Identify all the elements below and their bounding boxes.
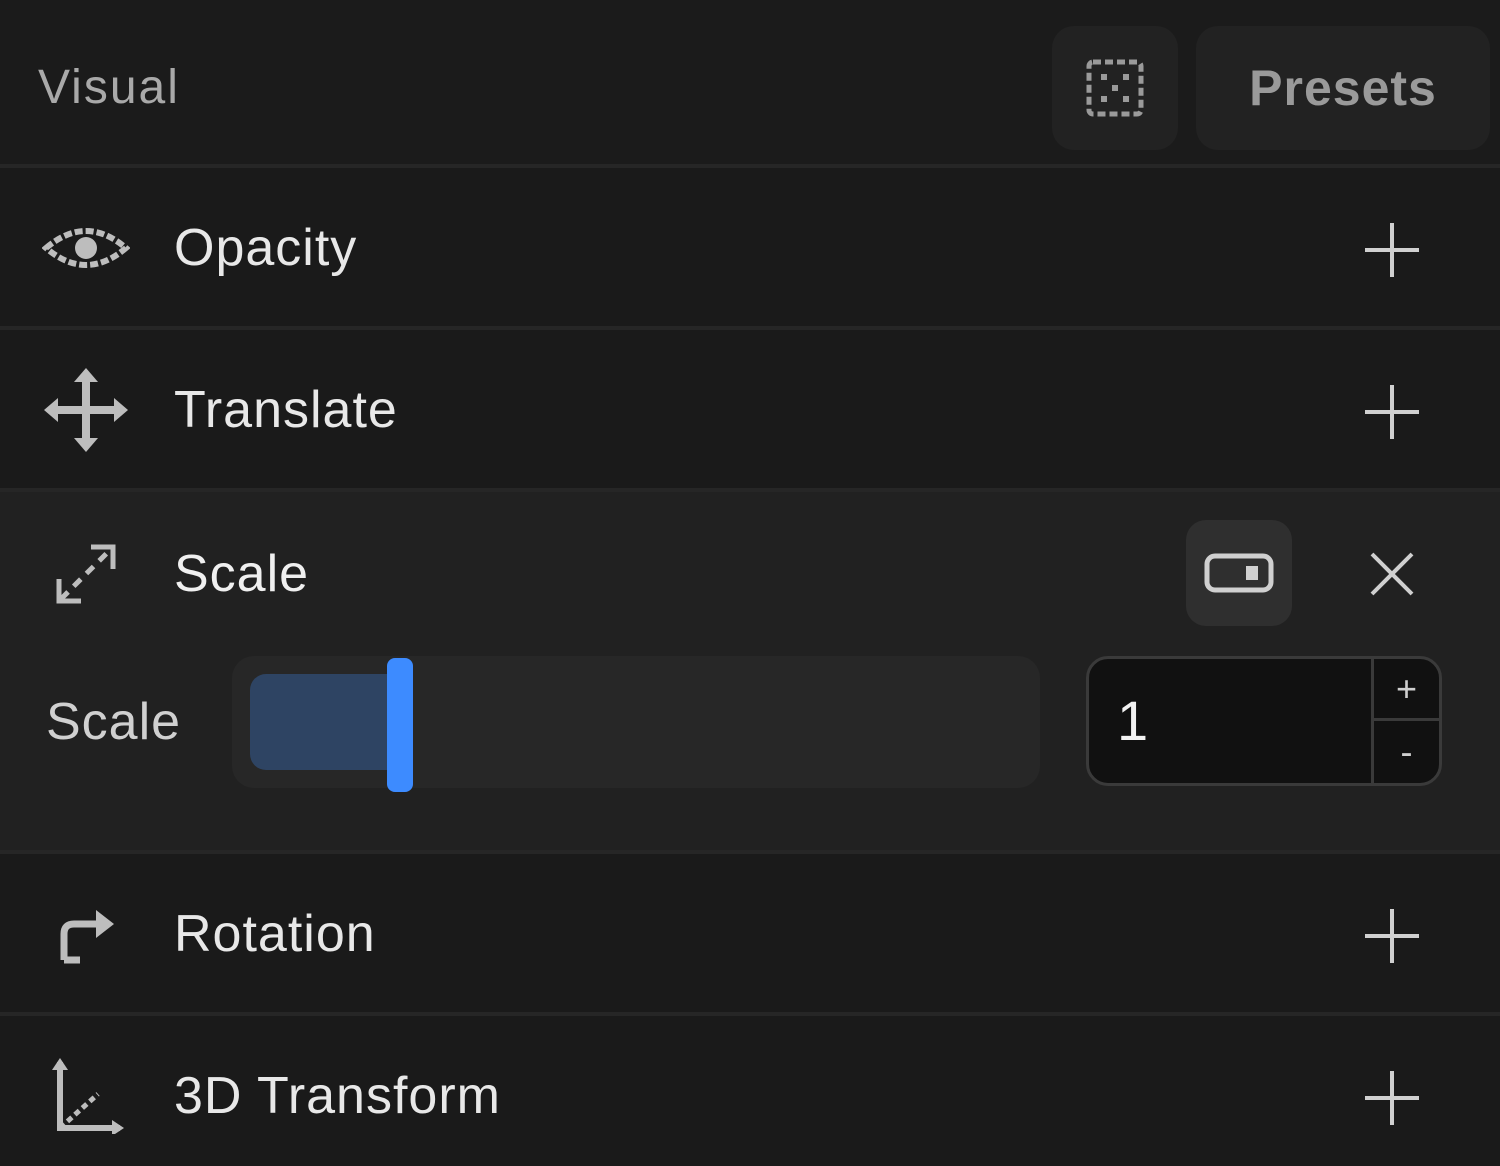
randomize-button[interactable] [1052,26,1178,150]
remove-scale-button[interactable] [1352,534,1432,614]
row-label-translate: Translate [174,381,398,439]
plus-icon [1365,223,1419,277]
axes-3d-icon [40,1050,132,1142]
decrement-button[interactable]: - [1374,721,1439,783]
scale-slider[interactable] [232,656,1040,792]
increment-button[interactable]: + [1374,659,1439,721]
dice-icon [1086,59,1144,117]
scale-section: Scale Scale 1 + - [0,492,1500,850]
row-opacity[interactable]: Opacity [0,168,1500,326]
scale-mode-toggle[interactable] [1186,520,1292,626]
row-label-3d-transform: 3D Transform [174,1067,501,1125]
resize-arrows-icon [40,528,132,620]
plus-icon [1365,385,1419,439]
row-label-scale: Scale [174,545,310,603]
move-arrows-icon [40,364,132,456]
plus-icon [1365,909,1419,963]
scale-slider-fill [250,674,389,770]
scale-number-input[interactable]: 1 + - [1086,656,1442,786]
panel-header: Visual Presets [0,0,1500,164]
close-icon [1370,552,1414,596]
row-label-rotation: Rotation [174,905,376,963]
add-opacity-button[interactable] [1352,210,1432,290]
rotate-arrow-icon [40,888,132,980]
scale-value[interactable]: 1 [1117,689,1148,753]
slider-mode-icon [1204,553,1274,593]
scale-stepper: + - [1371,659,1439,783]
row-label-opacity: Opacity [174,219,358,277]
scale-param-label: Scale [46,693,182,751]
eye-icon [40,202,132,294]
add-3d-transform-button[interactable] [1352,1058,1432,1138]
scale-slider-thumb[interactable] [386,658,413,792]
presets-button[interactable]: Presets [1196,26,1490,150]
panel-title: Visual [38,61,180,114]
plus-icon [1365,1071,1419,1125]
row-translate[interactable]: Translate [0,330,1500,488]
row-rotation[interactable]: Rotation [0,854,1500,1012]
add-translate-button[interactable] [1352,372,1432,452]
row-3d-transform[interactable]: 3D Transform [0,1016,1500,1166]
add-rotation-button[interactable] [1352,896,1432,976]
